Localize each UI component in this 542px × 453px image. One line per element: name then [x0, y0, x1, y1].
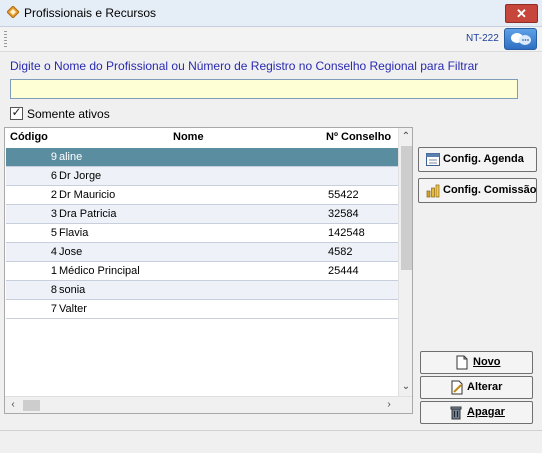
cell-conselho: 4582 [328, 246, 353, 258]
cell-conselho: 32584 [328, 208, 359, 220]
cell-conselho: 55422 [328, 189, 359, 201]
cell-code: 5 [50, 227, 57, 239]
new-document-icon [456, 355, 468, 370]
column-header-codigo[interactable]: Código [10, 131, 48, 143]
toolbar-grip-icon[interactable] [4, 31, 7, 47]
cell-code: 3 [50, 208, 57, 220]
cell-code: 7 [50, 303, 57, 315]
cell-code: 4 [50, 246, 57, 258]
edit-document-icon [451, 380, 463, 395]
vertical-scrollbar[interactable]: ⌃ ⌄ [398, 128, 412, 396]
cell-code: 6 [50, 170, 57, 182]
config-comissao-label: Config. Comissão [443, 184, 537, 196]
status-bar [0, 430, 542, 453]
coins-chart-icon [426, 184, 440, 198]
calendar-icon [426, 153, 440, 166]
column-header-nome[interactable]: Nome [173, 131, 204, 143]
config-comissao-button[interactable]: Config. Comissão [418, 178, 537, 203]
toolbar: NT-222 [0, 27, 542, 52]
horizontal-scrollbar[interactable]: ‹ › [5, 396, 412, 413]
scroll-left-icon[interactable]: ‹ [8, 398, 18, 412]
window-title: Profissionais e Recursos [24, 6, 157, 20]
config-agenda-button[interactable]: Config. Agenda [418, 147, 537, 172]
cell-name: Flavia [59, 227, 89, 239]
filter-input[interactable] [10, 79, 518, 99]
cell-conselho: 25444 [328, 265, 359, 277]
table-row[interactable]: 8 sonia [6, 281, 398, 300]
cell-conselho: 142548 [328, 227, 365, 239]
cell-name: Dr Mauricio [59, 189, 116, 201]
cell-code: 2 [50, 189, 57, 201]
scroll-down-icon[interactable]: ⌄ [399, 380, 412, 394]
apagar-button[interactable]: Apagar [420, 401, 533, 424]
alterar-label: Alterar [467, 381, 503, 393]
app-diamond-icon [7, 6, 19, 18]
checkmark-icon: ✓ [11, 105, 22, 119]
alterar-button[interactable]: Alterar [420, 376, 533, 399]
novo-button[interactable]: Novo [420, 351, 533, 374]
cell-name: Dr Jorge [59, 170, 102, 182]
cell-code: 9 [50, 151, 57, 163]
cell-name: aline [59, 151, 83, 163]
chat-button[interactable] [504, 28, 537, 50]
cell-name: Médico Principal [59, 265, 140, 277]
close-button[interactable]: ✕ [505, 4, 538, 23]
table-row[interactable]: 1 Médico Principal 25444 [6, 262, 398, 281]
close-icon: ✕ [516, 6, 527, 21]
vertical-scroll-thumb[interactable] [401, 146, 412, 270]
table-row[interactable]: 3 Dra Patricia 32584 [6, 205, 398, 224]
config-agenda-label: Config. Agenda [443, 153, 524, 165]
table-row[interactable]: 7 Valter [6, 300, 398, 319]
nt-label: NT-222 [466, 33, 499, 44]
table-row[interactable]: 9 aline [6, 148, 398, 167]
chat-icon [511, 33, 531, 45]
table-row[interactable]: 2 Dr Mauricio 55422 [6, 186, 398, 205]
professionals-grid: Código Nome Nº Conselho 9 aline 6 Dr Jor… [4, 127, 413, 414]
scroll-up-icon[interactable]: ⌃ [399, 130, 412, 144]
active-only-checkbox[interactable]: ✓ [10, 105, 23, 120]
cell-name: Jose [59, 246, 83, 258]
filter-label: Digite o Nome do Profissional ou Número … [10, 59, 479, 73]
cell-name: Dra Patricia [59, 208, 117, 220]
novo-label: Novo [473, 356, 501, 368]
cell-code: 8 [50, 284, 57, 296]
table-row[interactable]: 6 Dr Jorge [6, 167, 398, 186]
column-header-conselho[interactable]: Nº Conselho [326, 131, 391, 143]
table-row[interactable]: 5 Flavia 142548 [6, 224, 398, 243]
active-only-label: Somente ativos [27, 107, 110, 121]
cell-name: sonia [59, 284, 86, 296]
table-row[interactable]: 4 Jose 4582 [6, 243, 398, 262]
cell-code: 1 [50, 265, 57, 277]
cell-name: Valter [59, 303, 87, 315]
title-bar: Profissionais e Recursos ✕ [0, 0, 542, 27]
apagar-label: Apagar [467, 406, 505, 418]
scroll-right-icon[interactable]: › [384, 398, 394, 412]
horizontal-scroll-thumb[interactable] [23, 400, 40, 411]
trash-icon [450, 406, 462, 420]
